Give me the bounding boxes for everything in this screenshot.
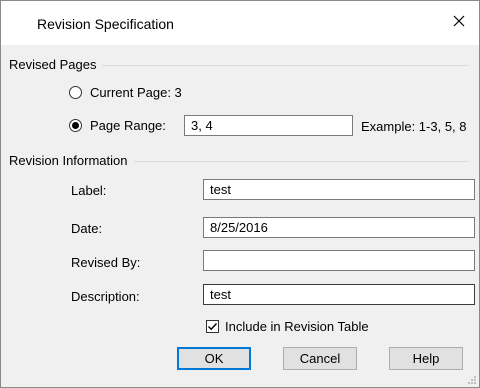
resize-grip-icon[interactable] bbox=[467, 375, 477, 385]
revision-specification-dialog: Revision Specification Revised Pages Cur… bbox=[0, 0, 480, 388]
title-bar: Revision Specification bbox=[1, 1, 479, 45]
page-range-example: Example: 1-3, 5, 8 bbox=[361, 119, 467, 134]
page-range-radio[interactable] bbox=[69, 119, 82, 132]
current-page-radio[interactable] bbox=[69, 86, 82, 99]
description-input[interactable] bbox=[203, 284, 475, 305]
include-in-revision-table-option[interactable]: Include in Revision Table bbox=[206, 319, 369, 334]
revised-pages-group-label: Revised Pages bbox=[9, 57, 103, 72]
cancel-button[interactable]: Cancel bbox=[283, 347, 357, 370]
dialog-title: Revision Specification bbox=[37, 16, 174, 32]
current-page-option[interactable]: Current Page: 3 bbox=[69, 85, 182, 100]
help-button[interactable]: Help bbox=[389, 347, 463, 370]
page-range-label: Page Range: bbox=[90, 118, 166, 133]
include-label: Include in Revision Table bbox=[225, 319, 369, 334]
label-input[interactable] bbox=[203, 179, 475, 200]
description-field-label: Description: bbox=[71, 289, 140, 304]
close-icon bbox=[453, 15, 465, 27]
include-checkbox[interactable] bbox=[206, 320, 219, 333]
page-range-option[interactable]: Page Range: bbox=[69, 118, 166, 133]
radio-selected-dot bbox=[72, 122, 79, 129]
ok-button[interactable]: OK bbox=[177, 347, 251, 370]
page-range-input[interactable] bbox=[184, 115, 353, 136]
current-page-label: Current Page: 3 bbox=[90, 85, 182, 100]
label-field-label: Label: bbox=[71, 183, 107, 198]
date-field-label: Date: bbox=[71, 221, 103, 236]
close-button[interactable] bbox=[449, 11, 469, 31]
revised-by-input[interactable] bbox=[203, 250, 475, 271]
revision-info-group-label: Revision Information bbox=[9, 153, 134, 168]
date-input[interactable] bbox=[203, 217, 475, 238]
revised-by-field-label: Revised By: bbox=[71, 255, 141, 270]
checkmark-icon bbox=[208, 323, 218, 331]
